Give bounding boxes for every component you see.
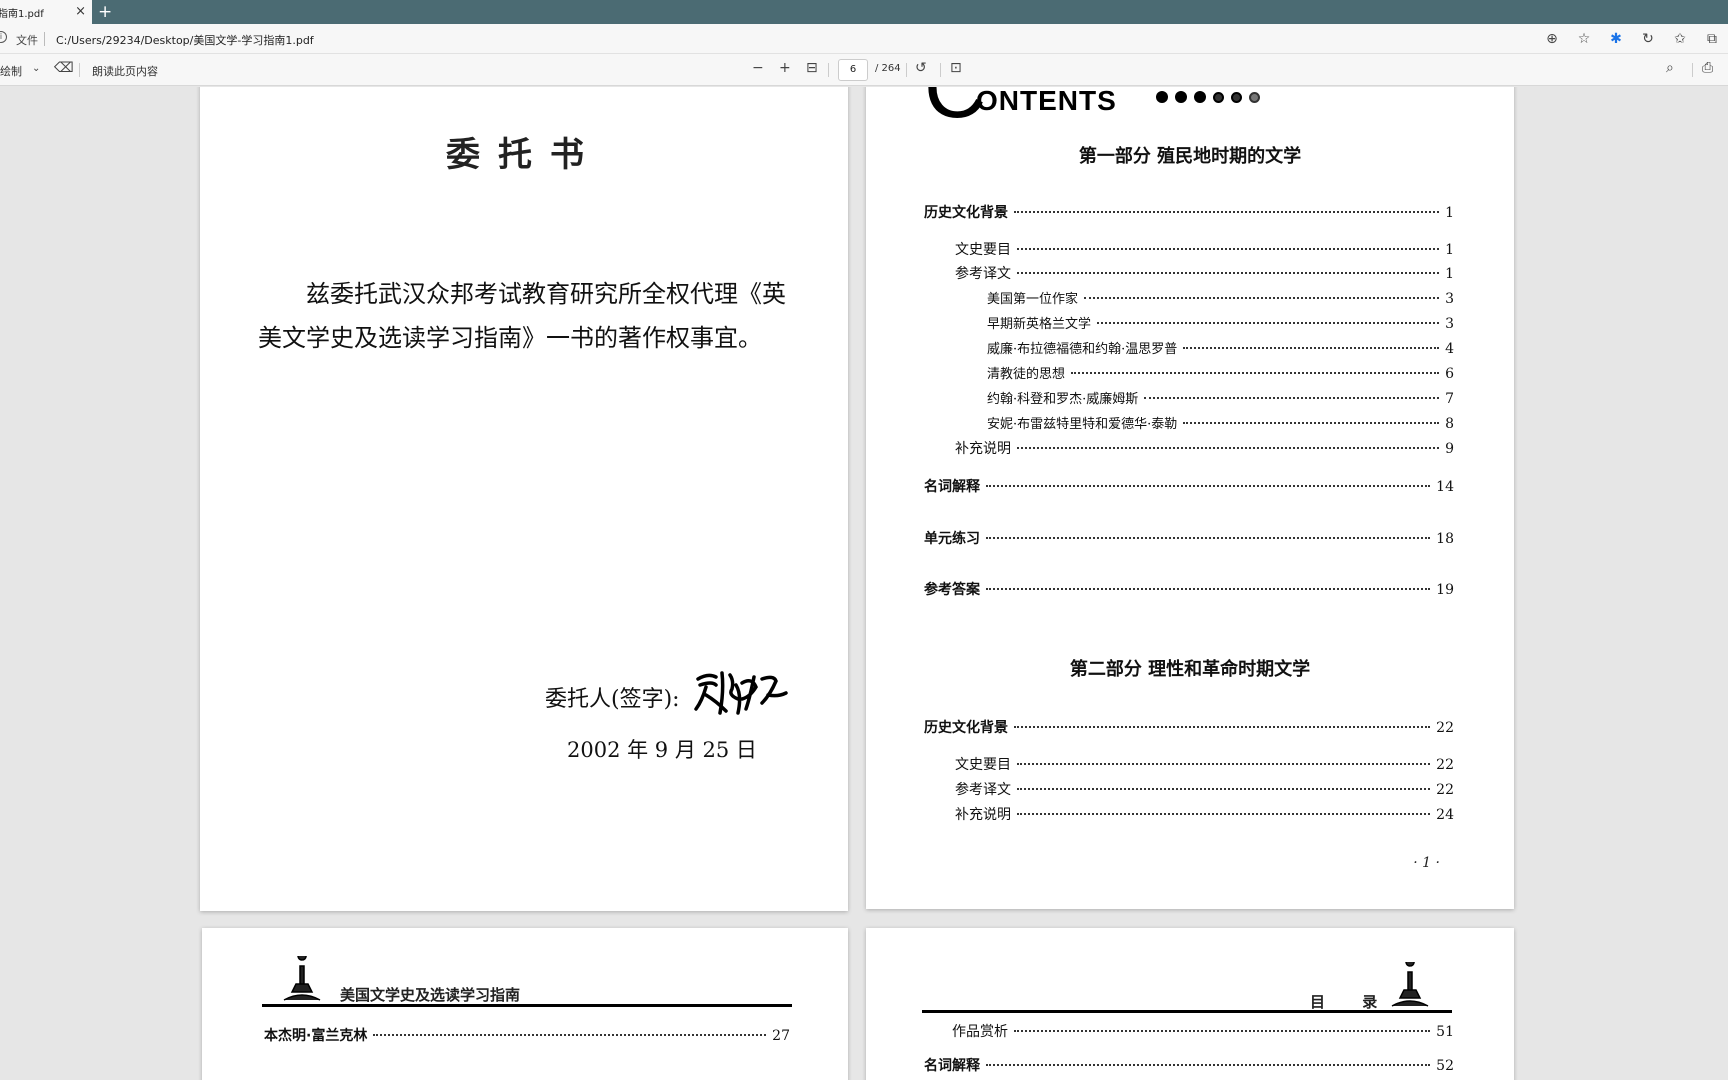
divider (79, 63, 80, 77)
page-view-icon[interactable]: ⊡ (950, 60, 962, 76)
tab-strip: 指南1.pdf × + (0, 0, 1728, 24)
toc-entry[interactable]: 作品赏析 51 (952, 1021, 1454, 1041)
address-icons: ⊕ ☆ ✱ ↻ ✩ ⧉ (1536, 28, 1728, 50)
toc-entry[interactable]: 早期新英格兰文学 3 (987, 313, 1454, 332)
pdf-page-authorization: 委托书 兹委托武汉众邦考试教育研究所全权代理《英美文学史及选读学习指南》一书的著… (200, 87, 848, 911)
toc-entry[interactable]: 补充说明 24 (955, 804, 1454, 824)
print-icon[interactable]: ⎙ (1702, 60, 1713, 76)
draw-button[interactable]: 绘制 (0, 63, 22, 79)
pdf-viewer[interactable]: 委托书 兹委托武汉众邦考试教育研究所全权代理《英美文学史及选读学习指南》一书的著… (0, 87, 1728, 1080)
toc-entry[interactable]: 历史文化背景 1 (924, 202, 1454, 222)
chevron-down-icon[interactable]: ⌄ (32, 63, 40, 74)
divider (906, 63, 907, 77)
new-tab-button[interactable]: + (98, 1, 112, 23)
toc-entry[interactable]: 本杰明·富兰克林 27 (264, 1025, 790, 1045)
divider (940, 63, 941, 77)
toc-entry[interactable]: 参考答案 19 (924, 579, 1454, 599)
url-field[interactable]: C:/Users/29234/Desktop/美国文学-学习指南1.pdf (56, 32, 314, 48)
pdf-page-contents: C ONTENTS 第一部分 殖民地时期的文学 历史文化背景 1 文史要目 1 参考… (866, 87, 1514, 909)
toc-entry[interactable]: 安妮·布雷兹特里特和爱德华·泰勒 8 (987, 413, 1454, 432)
part-two-title: 第二部分 理性和革命时期文学 (1069, 659, 1311, 680)
eraser-icon[interactable]: ⌫ (54, 60, 74, 76)
toc-entry[interactable]: 参考译文 22 (955, 779, 1454, 799)
file-scheme-label: 文件 (16, 34, 38, 47)
tab-pdf[interactable]: 指南1.pdf × (0, 0, 92, 24)
statue-ornament-icon (283, 956, 321, 1001)
toc-entry[interactable]: 历史文化背景 22 (924, 717, 1454, 737)
refresh-icon[interactable]: ↻ (1632, 28, 1664, 50)
toc-entry[interactable]: 补充说明 9 (955, 438, 1454, 458)
tab-title: 指南1.pdf (0, 8, 44, 20)
part-one-title: 第一部分 殖民地时期的文学 (1078, 146, 1302, 167)
toc-entry[interactable]: 名词解释 14 (924, 476, 1454, 496)
toc-entry[interactable]: 单元练习 18 (924, 528, 1454, 548)
header-rule (262, 1004, 792, 1007)
page-title: 委托书 (446, 135, 602, 175)
star-icon[interactable]: ☆ (1568, 28, 1600, 50)
toc-entry[interactable]: 美国第一位作家 3 (987, 288, 1454, 307)
toc-entry[interactable]: 参考译文 1 (955, 263, 1454, 283)
toc-entry[interactable]: 威廉·布拉德福德和约翰·温思罗普 4 (987, 338, 1454, 357)
pdf-page-next-right: 目 录 作品赏析 51 名词解释 52 (866, 928, 1514, 1080)
decorative-dots (1156, 91, 1267, 103)
toc-entry[interactable]: 约翰·科登和罗杰·威廉姆斯 7 (987, 388, 1454, 407)
authorization-text: 兹委托武汉众邦考试教育研究所全权代理《英美文学史及选读学习指南》一书的著作权事宜… (258, 280, 786, 352)
authorization-date: 2002 年 9 月 25 日 (567, 738, 757, 762)
page-number-input[interactable]: 6 (838, 59, 868, 81)
extension-icon[interactable]: ✱ (1600, 28, 1632, 50)
close-tab-icon[interactable]: × (75, 4, 86, 19)
zoom-icon[interactable]: ⊕ (1536, 28, 1568, 50)
rotate-icon[interactable]: ↺ (915, 60, 927, 76)
contents-title: ONTENTS (976, 87, 1117, 116)
zoom-in-button[interactable]: + (779, 60, 791, 76)
collections-icon[interactable]: ⧉ (1696, 28, 1728, 50)
header-rule (922, 1010, 1452, 1013)
page-total: / 264 (875, 63, 901, 74)
read-aloud-button[interactable]: 朗读此页内容 (92, 63, 158, 79)
handwritten-signature (694, 671, 788, 715)
toc-entry[interactable]: 名词解释 52 (924, 1055, 1454, 1075)
running-header: 目 录 (1310, 993, 1394, 1011)
statue-ornament-icon (1391, 962, 1429, 1007)
pdf-toolbar: 绘制 ⌄ ⌫ 朗读此页内容 − + ⊟ 6 / 264 ↺ ⊡ ⌕ ⎙ (0, 54, 1728, 86)
info-icon[interactable]: i (0, 31, 7, 43)
favorites-icon[interactable]: ✩ (1664, 28, 1696, 50)
divider (44, 32, 45, 46)
toc-entry[interactable]: 文史要目 22 (955, 754, 1454, 774)
fit-width-icon[interactable]: ⊟ (806, 60, 818, 76)
toc-entry[interactable]: 清教徒的思想 6 (987, 363, 1454, 382)
zoom-out-button[interactable]: − (752, 60, 764, 76)
divider (1692, 63, 1693, 77)
pdf-page-next-left: 美国文学史及选读学习指南 本杰明·富兰克林 27 (202, 928, 848, 1080)
address-bar: i 文件 C:/Users/29234/Desktop/美国文学-学习指南1.p… (0, 24, 1728, 54)
divider (828, 63, 829, 77)
signer-label: 委托人(签字): (545, 687, 680, 712)
running-header: 美国文学史及选读学习指南 (340, 986, 521, 1004)
toc-entry[interactable]: 文史要目 1 (955, 239, 1454, 259)
page-folio: · 1 · (1413, 855, 1440, 871)
search-icon[interactable]: ⌕ (1666, 60, 1674, 76)
